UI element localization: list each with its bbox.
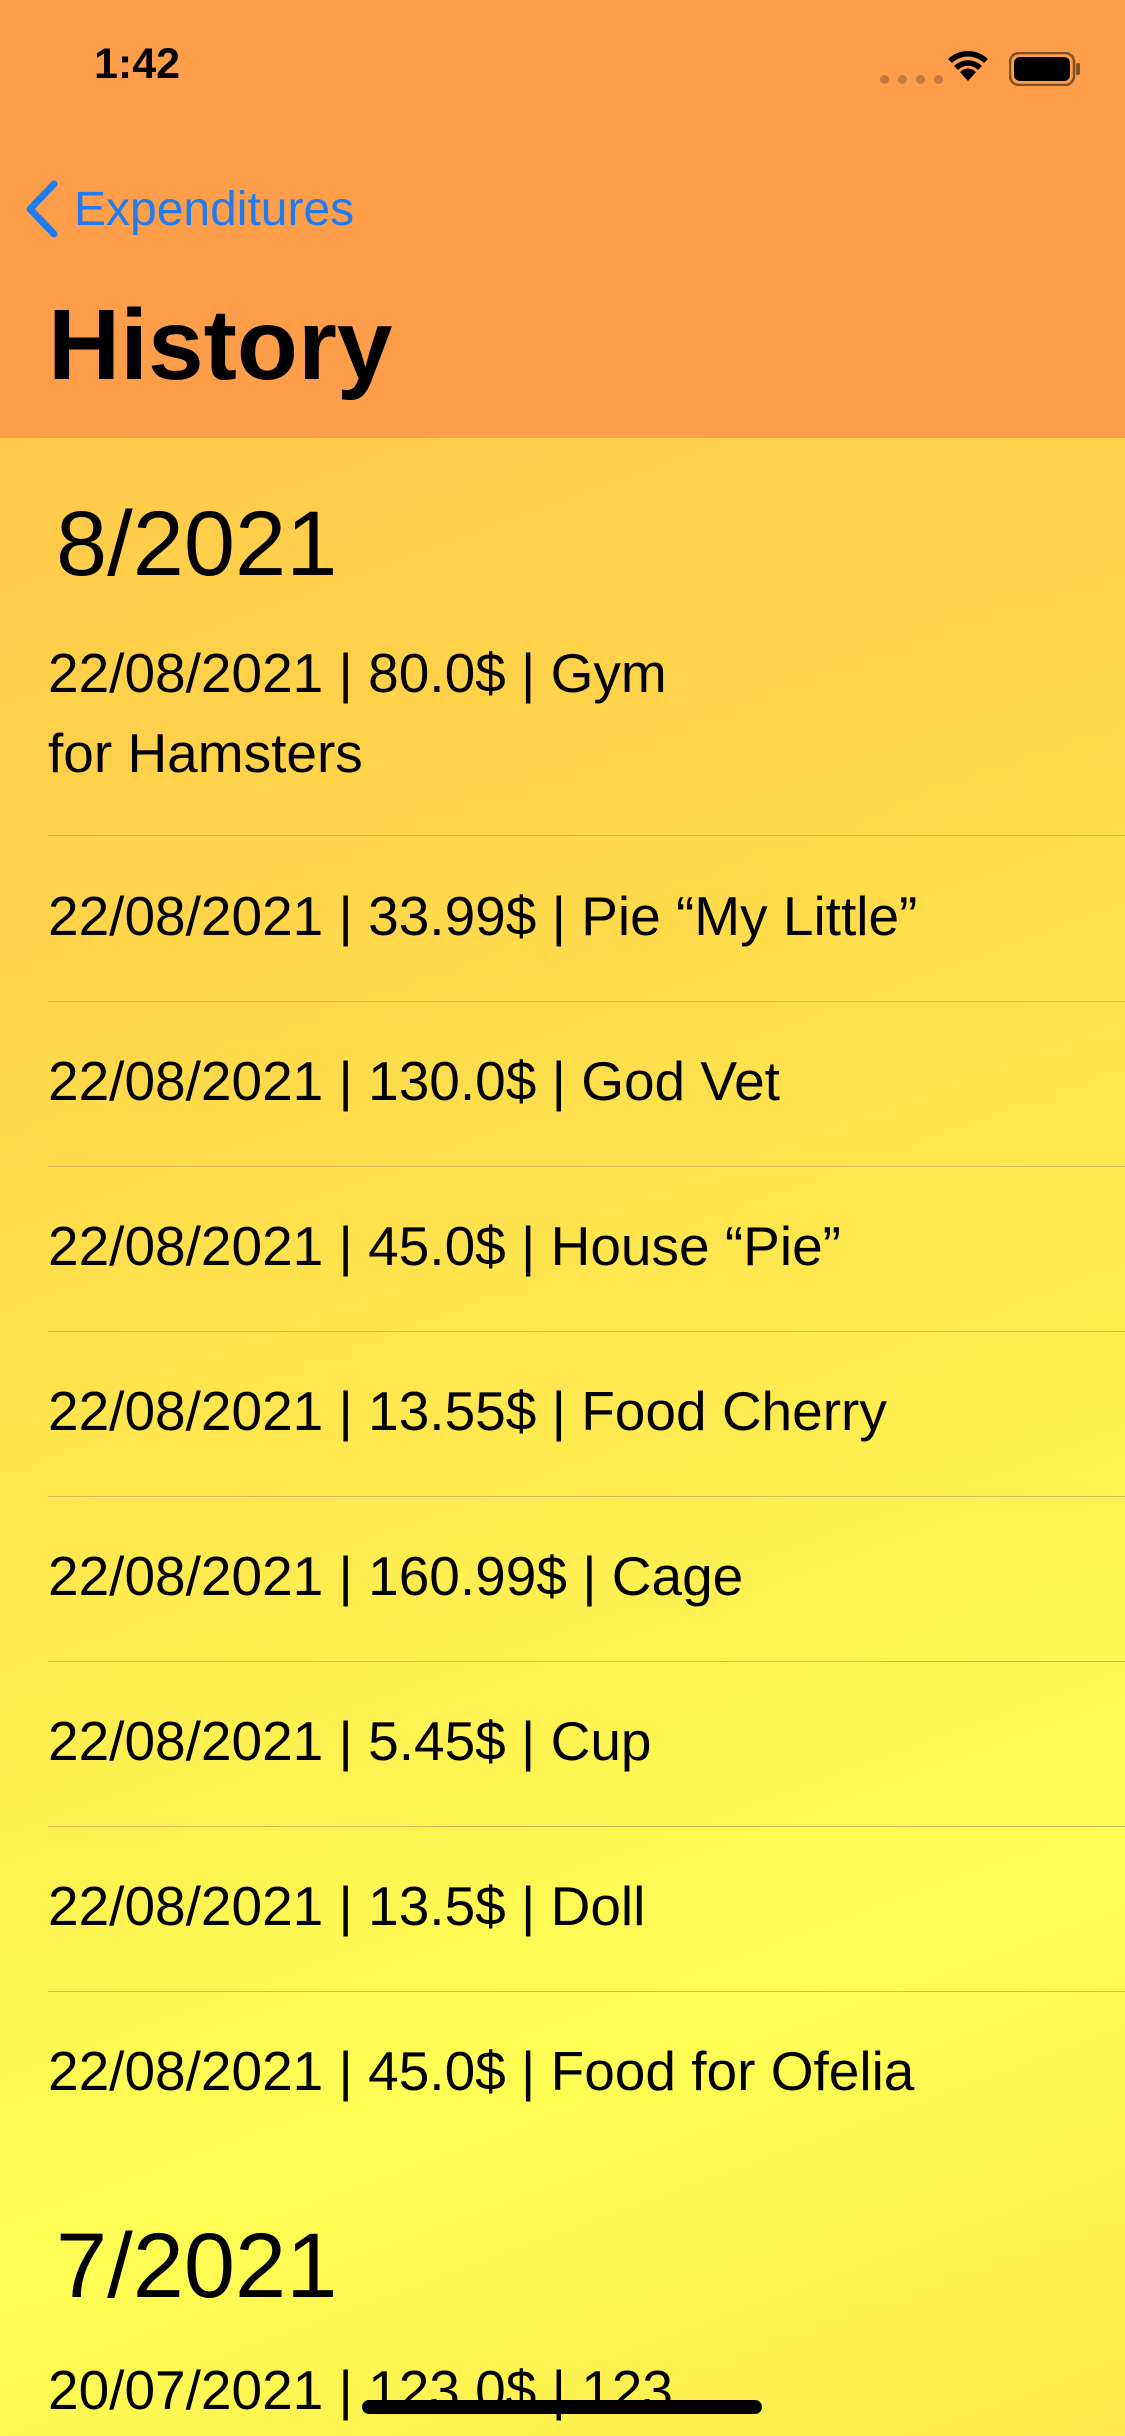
list-item[interactable]: 22/08/2021 | 160.99$ | Cage	[48, 1536, 1125, 1616]
list-item[interactable]: 22/08/2021 | 45.0$ | Food for Ofelia	[48, 2031, 1125, 2111]
list-item[interactable]: 22/08/2021 | 130.0$ | God Vet	[48, 1041, 1125, 1121]
list-item[interactable]: 22/08/2021 | 5.45$ | Cup	[48, 1701, 1125, 1781]
status-bar: 1:42	[0, 0, 1125, 132]
cellular-signal-icon	[880, 75, 943, 84]
row-divider	[48, 1826, 1125, 1827]
status-time: 1:42	[94, 40, 181, 88]
list-item-text: 22/08/2021 | 80.0$ | Gym	[48, 642, 667, 704]
list-item[interactable]: 22/08/2021 | 13.55$ | Food Cherry	[48, 1371, 1125, 1451]
list-item[interactable]: 22/08/2021 | 13.5$ | Doll	[48, 1866, 1125, 1946]
battery-icon	[1009, 52, 1080, 86]
row-divider	[48, 1331, 1125, 1332]
row-divider	[48, 1661, 1125, 1662]
back-button[interactable]: Expenditures	[24, 180, 354, 238]
back-button-label: Expenditures	[74, 182, 355, 236]
page-title: History	[48, 289, 393, 401]
row-divider	[48, 1166, 1125, 1167]
section-header-month: 8/2021	[56, 493, 338, 595]
list-item[interactable]: 22/08/2021 | 33.99$ | Pie “My Little”	[48, 876, 1125, 956]
list-item-text-continued: for Hamsters	[48, 722, 363, 784]
row-divider	[48, 1991, 1125, 1992]
chevron-left-icon	[26, 180, 58, 238]
list-item[interactable]: 20/07/2021 | 123.0$ | 123	[48, 2350, 1125, 2430]
list-item[interactable]: 22/08/2021 | 80.0$ | Gym for Hamsters	[48, 633, 1125, 793]
home-indicator[interactable]	[362, 2400, 762, 2414]
row-divider	[48, 1496, 1125, 1497]
list-item[interactable]: 22/08/2021 | 45.0$ | House “Pie”	[48, 1206, 1125, 1286]
wifi-icon	[948, 51, 988, 81]
row-divider	[48, 835, 1125, 836]
row-divider	[48, 1001, 1125, 1002]
section-header-month: 7/2021	[56, 2215, 338, 2317]
navigation-header: 1:42 Expenditures History	[0, 0, 1125, 438]
